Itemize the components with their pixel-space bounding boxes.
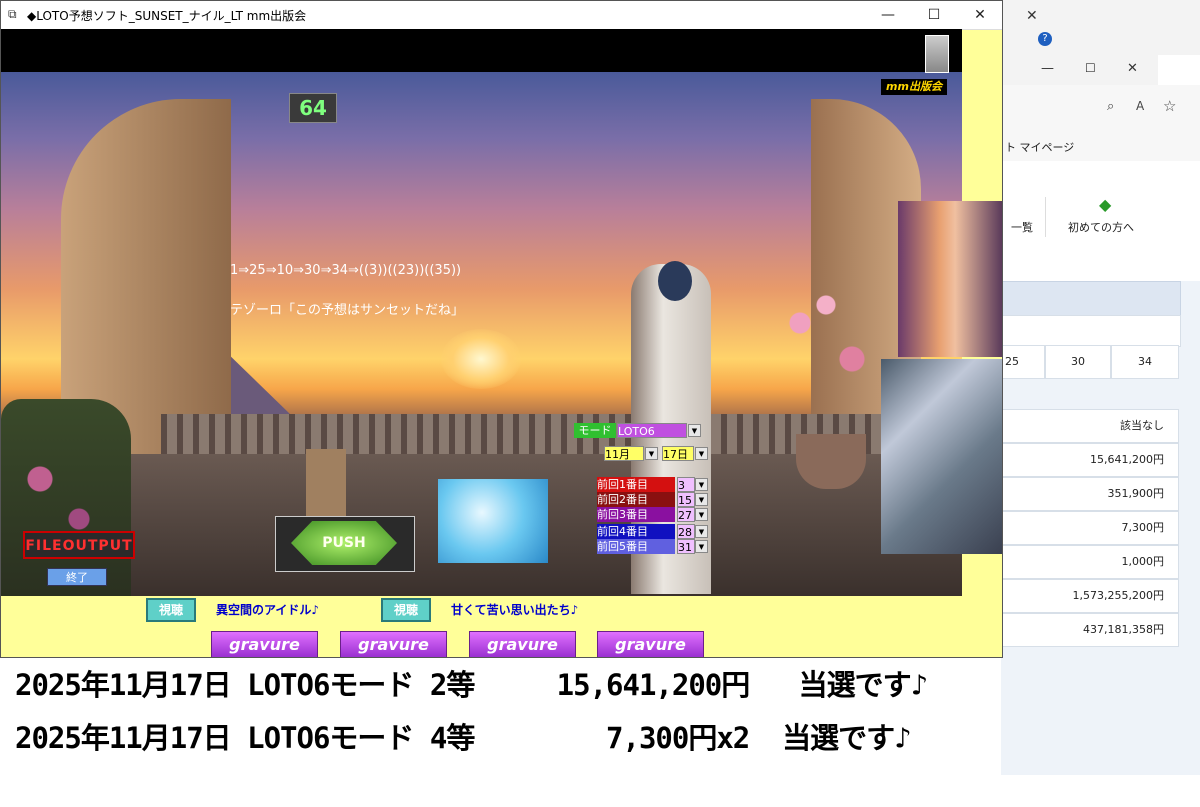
result-table-area: 25 30 34 該当なし 15,641,200円 351,900円 7,300… bbox=[1001, 281, 1200, 775]
mode-select[interactable]: LOTO6 bbox=[617, 423, 687, 438]
back-window-close-icon[interactable]: ✕ bbox=[1026, 8, 1038, 24]
nav-divider bbox=[1045, 197, 1046, 237]
gravure-button-1[interactable]: gravure bbox=[211, 631, 318, 657]
number-cell: 34 bbox=[1111, 345, 1179, 379]
prediction-message: テゾーロ「この予想はサンセットだね」 bbox=[230, 303, 465, 318]
flower-pot bbox=[796, 434, 866, 489]
browser-maximize-icon[interactable]: ☐ bbox=[1085, 61, 1096, 75]
gravure-button-2[interactable]: gravure bbox=[340, 631, 447, 657]
month-select[interactable]: 11月 bbox=[604, 446, 644, 461]
history-select[interactable]: 28 bbox=[677, 524, 695, 539]
minimize-button[interactable]: — bbox=[865, 1, 911, 29]
brand-label: mm出版会 bbox=[881, 79, 947, 95]
read-aloud-icon[interactable]: A bbox=[1136, 99, 1144, 113]
prize-cell: 7,300円 bbox=[1001, 511, 1179, 545]
result-line-1: 2025年11月17日 LOTO6モード 2等 15,641,200円 当選です… bbox=[15, 668, 928, 702]
maximize-button[interactable]: ☐ bbox=[911, 1, 957, 29]
quit-button[interactable]: 終了 bbox=[47, 568, 107, 586]
number-cell: 25 bbox=[1001, 345, 1045, 379]
statue-photo-icon bbox=[925, 35, 949, 73]
gravure-button-4[interactable]: gravure bbox=[597, 631, 704, 657]
flowers-right bbox=[761, 269, 891, 449]
history-label: 前回5番目 bbox=[597, 539, 675, 554]
song-link-2[interactable]: 甘くて苦い思い出たち♪ bbox=[451, 601, 578, 618]
chevron-down-icon[interactable]: ▼ bbox=[695, 447, 708, 460]
song-link-1[interactable]: 異空間のアイドル♪ bbox=[216, 601, 319, 618]
chevron-down-icon[interactable]: ▼ bbox=[695, 508, 708, 521]
chevron-down-icon[interactable]: ▼ bbox=[695, 525, 708, 538]
chevron-down-icon[interactable]: ▼ bbox=[695, 493, 708, 506]
character-image-2 bbox=[881, 359, 1002, 554]
watch-button-2[interactable]: 視聴 bbox=[381, 598, 431, 622]
sun bbox=[441, 329, 521, 389]
browser-minimize-icon[interactable]: — bbox=[1041, 61, 1054, 76]
history-label: 前回2番目 bbox=[597, 492, 675, 507]
chevron-down-icon[interactable]: ▼ bbox=[695, 478, 708, 491]
prize-cell: 351,900円 bbox=[1001, 477, 1179, 511]
browser-close-icon[interactable]: ✕ bbox=[1127, 61, 1138, 76]
app-titlebar: ⧉ ◆LOTO予想ソフト_SUNSET_ナイル_LT mm出版会 — ☐ ✕ bbox=[1, 1, 1002, 30]
beginner-mark-icon: ◆ bbox=[1099, 195, 1112, 214]
app-window: ⧉ ◆LOTO予想ソフト_SUNSET_ナイル_LT mm出版会 — ☐ ✕ m… bbox=[0, 0, 1003, 658]
chevron-down-icon[interactable]: ▼ bbox=[688, 424, 701, 437]
nav-beginners[interactable]: 初めての方へ bbox=[1068, 219, 1134, 235]
chevron-down-icon[interactable]: ▼ bbox=[645, 447, 658, 460]
push-button-label[interactable]: PUSH bbox=[291, 521, 397, 565]
zoom-icon[interactable]: ⌕ bbox=[1107, 99, 1114, 114]
prize-cell: 437,181,358円 bbox=[1001, 613, 1179, 647]
mode-label: モード bbox=[574, 423, 616, 438]
site-nav: 一覧 ◆ 初めての方へ bbox=[1001, 191, 1200, 247]
day-select[interactable]: 17日 bbox=[662, 446, 694, 461]
fav-link-mypage[interactable]: ト マイページ bbox=[1005, 139, 1074, 155]
fileoutput-button[interactable]: FILEOUTPUT bbox=[23, 531, 135, 559]
prize-cell: 1,573,255,200円 bbox=[1001, 579, 1179, 613]
nav-list[interactable]: 一覧 bbox=[1011, 219, 1033, 235]
history-select[interactable]: 15 bbox=[677, 492, 695, 507]
character-image-1 bbox=[898, 201, 1002, 357]
help-icon[interactable]: ? bbox=[1038, 32, 1052, 46]
blue-thumbnail-image[interactable] bbox=[438, 479, 548, 563]
history-select[interactable]: 31 bbox=[677, 539, 695, 554]
chevron-down-icon[interactable]: ▼ bbox=[695, 540, 708, 553]
woman-head bbox=[658, 261, 692, 301]
counter-display: 64 bbox=[289, 93, 337, 123]
favorites-bar: ト マイページ bbox=[1001, 131, 1200, 161]
history-label: 前回3番目 bbox=[597, 507, 675, 522]
close-button[interactable]: ✕ bbox=[957, 1, 1002, 29]
browser-window: — ☐ ✕ ⌕ A ☆ ト マイページ 一覧 ◆ 初めての方へ 25 30 34… bbox=[1000, 55, 1200, 775]
prize-cell: 該当なし bbox=[1001, 409, 1179, 443]
background-window: ✕ ? bbox=[1000, 0, 1200, 60]
browser-titlebar: — ☐ ✕ bbox=[1001, 55, 1158, 85]
result-line-2: 2025年11月17日 LOTO6モード 4等 7,300円x2 当選です♪ bbox=[15, 721, 912, 755]
history-label: 前回4番目 bbox=[597, 524, 675, 539]
flowers-left bbox=[1, 399, 131, 596]
app-icon: ⧉ bbox=[8, 7, 17, 21]
favorite-star-icon[interactable]: ☆ bbox=[1163, 97, 1176, 115]
number-cell: 30 bbox=[1045, 345, 1111, 379]
prediction-sequence: 1⇒25⇒10⇒30⇒34⇒((3))((23))((35)) bbox=[230, 263, 462, 278]
table-row bbox=[1001, 315, 1181, 347]
prize-cell: 15,641,200円 bbox=[1001, 443, 1179, 477]
prize-cell: 1,000円 bbox=[1001, 545, 1179, 579]
history-select[interactable]: 27 bbox=[677, 507, 695, 522]
table-header bbox=[1001, 281, 1181, 317]
history-select[interactable]: 3 bbox=[677, 477, 695, 492]
pedestal bbox=[306, 449, 346, 519]
browser-toolbar: ⌕ A ☆ bbox=[1001, 85, 1200, 132]
gravure-button-3[interactable]: gravure bbox=[469, 631, 576, 657]
watch-button-1[interactable]: 視聴 bbox=[146, 598, 196, 622]
window-title: ◆LOTO予想ソフト_SUNSET_ナイル_LT mm出版会 bbox=[27, 9, 307, 23]
history-label: 前回1番目 bbox=[597, 477, 675, 492]
